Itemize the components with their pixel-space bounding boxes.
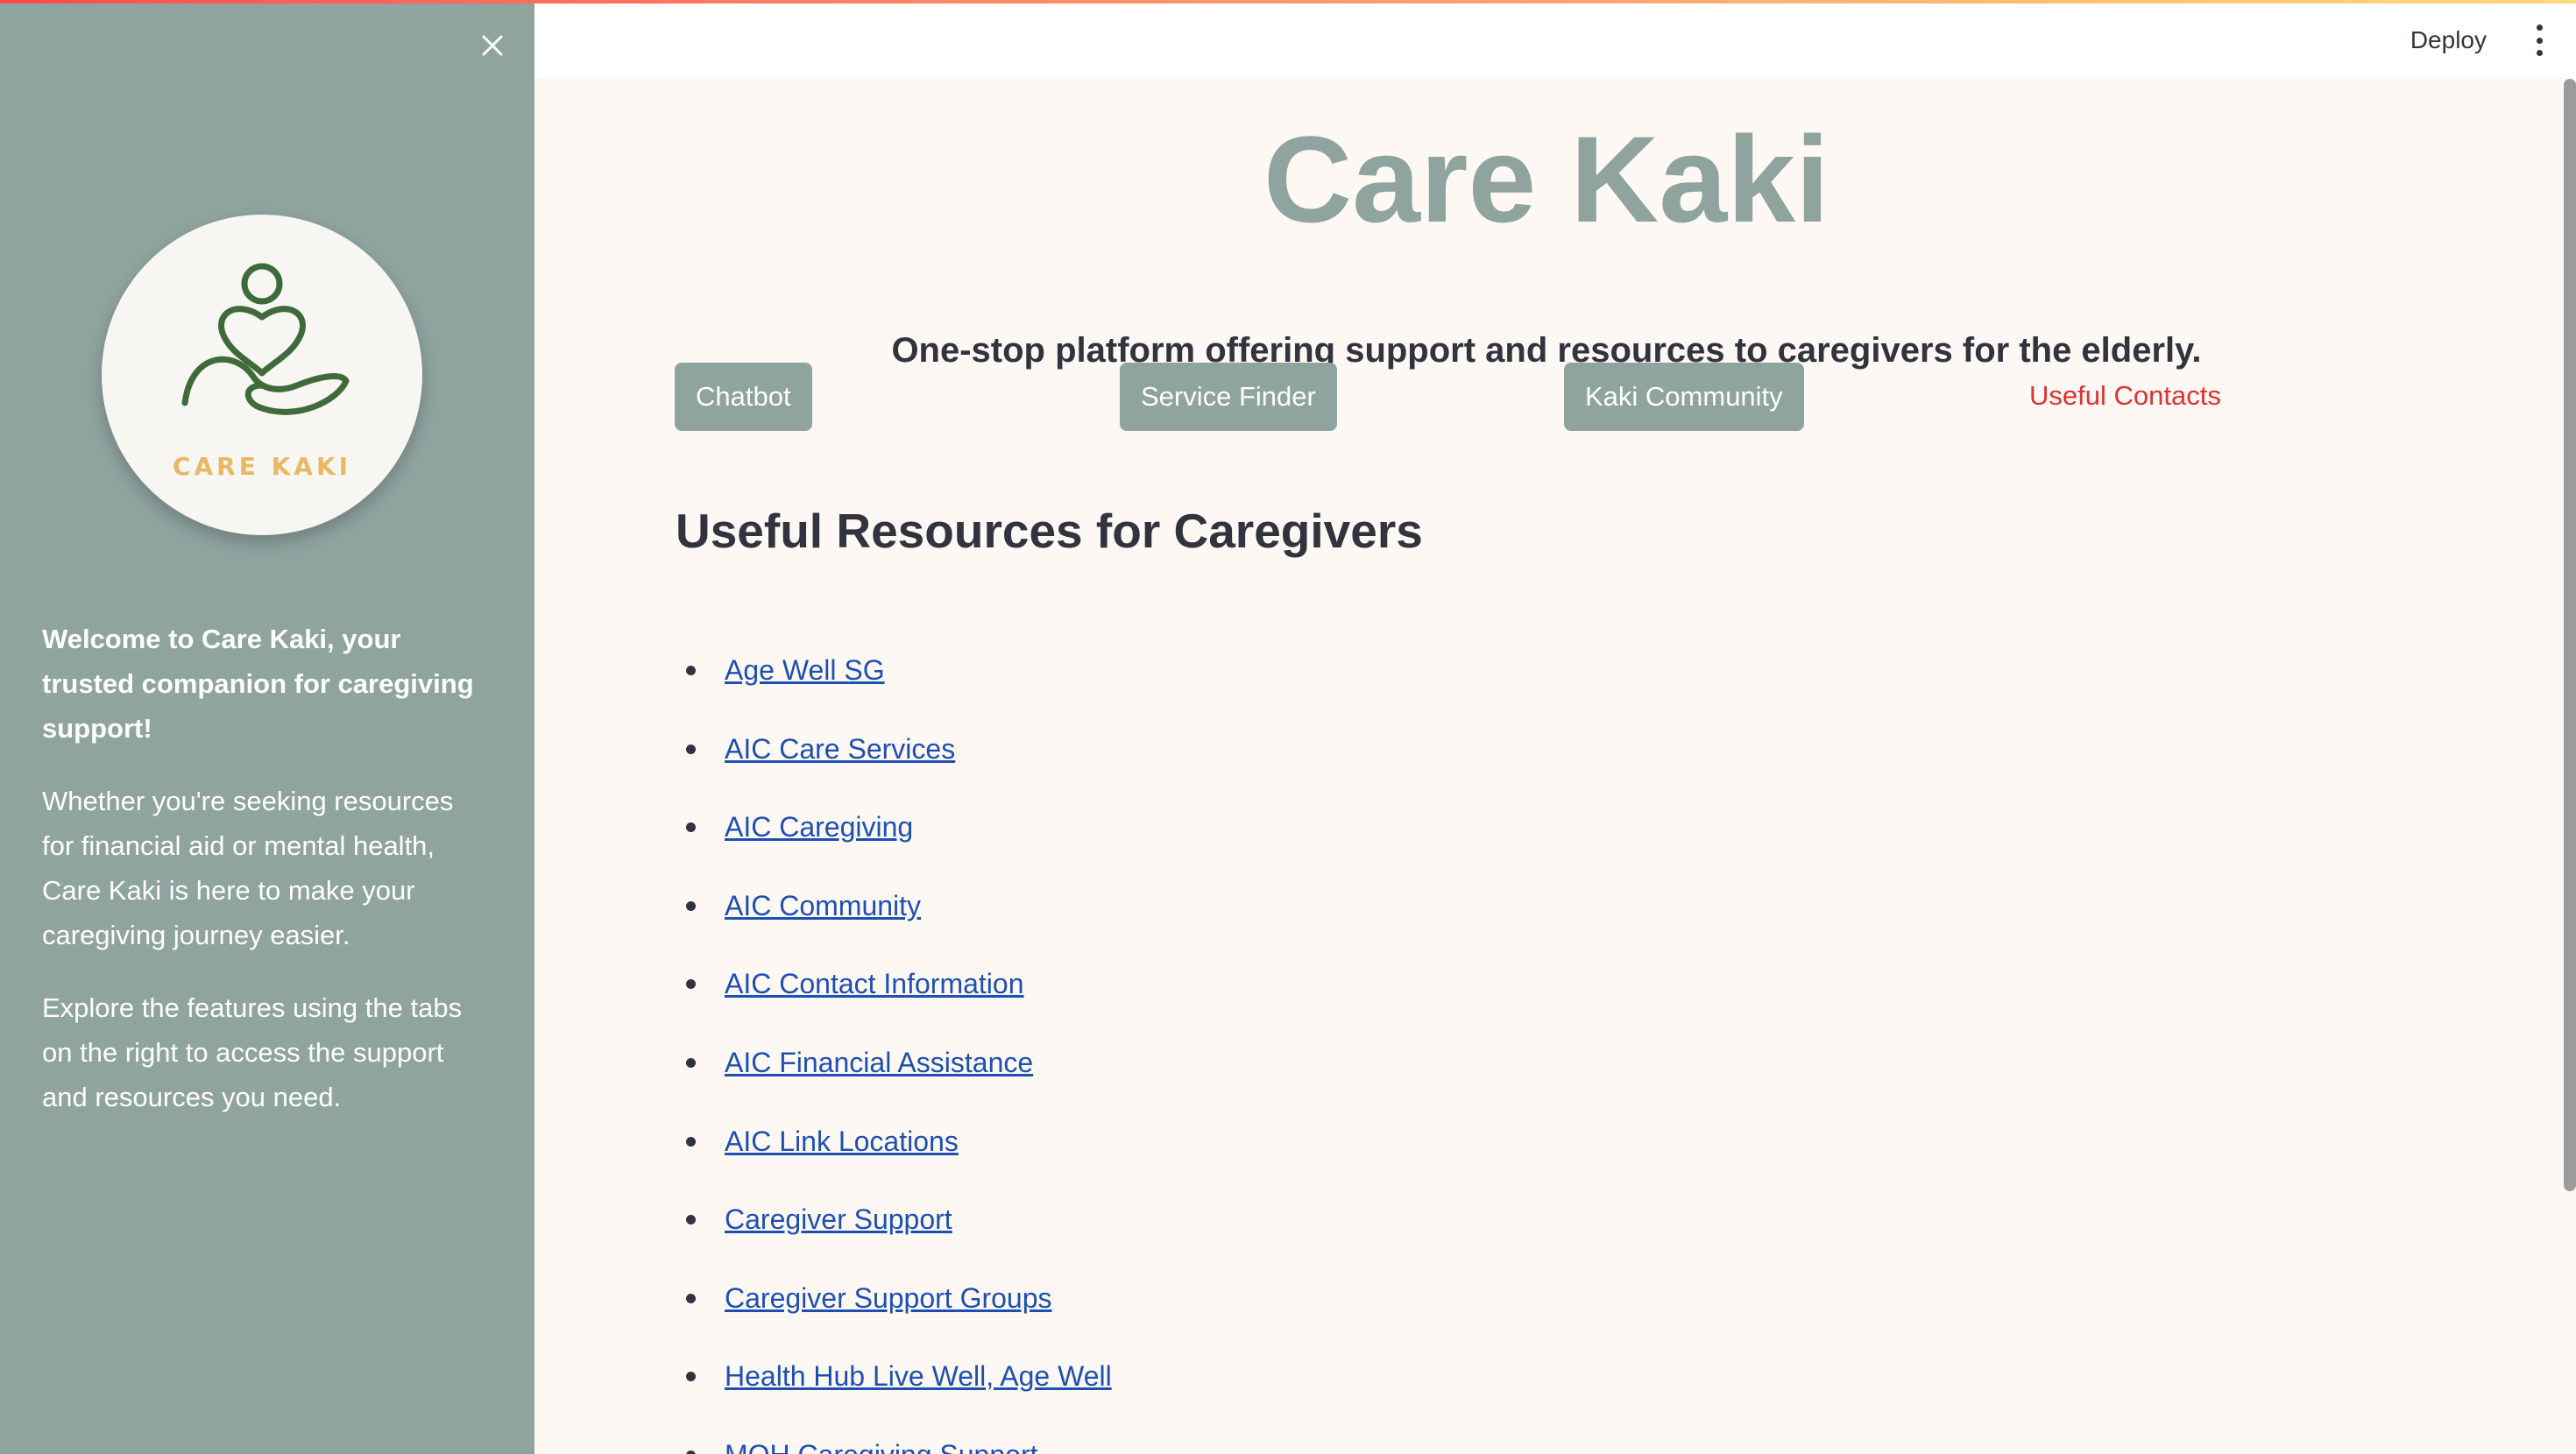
tab-kaki-community[interactable]: Kaki Community [1564,363,1804,431]
welcome-text: Welcome to Care Kaki, your trusted compa… [42,624,474,744]
sidebar: CARE KAKI Welcome to Care Kaki, your tru… [0,0,534,1454]
app-header: Deploy [534,0,2576,79]
section-title: Useful Resources for Caregivers [676,504,1423,558]
page-title: Care Kaki [1263,110,1829,248]
list-item: AIC Care Services [676,727,1112,806]
resource-link[interactable]: AIC Caregiving [725,811,913,843]
list-item: AIC Link Locations [676,1119,1112,1198]
list-item: AIC Caregiving [676,805,1112,884]
resource-list: Age Well SG AIC Care Services AIC Caregi… [676,648,1112,1454]
kebab-menu-icon [2536,25,2543,31]
logo: CARE KAKI [102,215,422,535]
list-item: Age Well SG [676,648,1112,727]
tab-chatbot[interactable]: Chatbot [675,363,812,431]
caregiver-hand-heart-icon [181,263,350,415]
top-decoration-bar [0,0,2576,4]
list-item: Caregiver Support Groups [676,1276,1112,1355]
list-item: AIC Contact Information [676,962,1112,1041]
page-subtitle: One-stop platform offering support and r… [891,331,2202,370]
kebab-menu-icon [2536,37,2543,44]
list-item: Health Hub Live Well, Age Well [676,1354,1112,1433]
kebab-menu-icon [2536,50,2543,56]
resource-link[interactable]: AIC Contact Information [725,968,1023,999]
resource-link[interactable]: Caregiver Support [725,1203,952,1235]
list-item: AIC Financial Assistance [676,1041,1112,1119]
main-content: Care Kaki One-stop platform offering sup… [534,79,2558,1454]
logo-text: CARE KAKI [172,451,352,481]
scrollbar[interactable] [2564,79,2576,1191]
resource-link[interactable]: Caregiver Support Groups [725,1282,1052,1314]
list-item: AIC Community [676,884,1112,963]
resource-link[interactable]: Age Well SG [725,654,885,686]
list-item: Caregiver Support [676,1197,1112,1276]
tab-useful-contacts[interactable]: Useful Contacts [2029,380,2221,412]
close-sidebar-button[interactable] [475,28,510,63]
tab-service-finder[interactable]: Service Finder [1120,363,1337,431]
resource-link[interactable]: AIC Financial Assistance [725,1047,1033,1078]
sidebar-intro: Welcome to Care Kaki, your trusted compa… [42,617,489,1147]
resource-link[interactable]: AIC Community [725,890,921,921]
list-item: MOH Caregiving Support [676,1433,1112,1454]
resource-link[interactable]: Health Hub Live Well, Age Well [725,1360,1112,1392]
intro-paragraph: Whether you're seeking resources for fin… [42,786,454,950]
resource-link[interactable]: MOH Caregiving Support [725,1439,1037,1454]
deploy-button[interactable]: Deploy [2403,23,2494,58]
resource-link[interactable]: AIC Link Locations [725,1126,959,1157]
close-icon [482,35,503,56]
main-menu-button[interactable] [2529,25,2550,56]
explore-paragraph: Explore the features using the tabs on t… [42,992,463,1112]
resource-link[interactable]: AIC Care Services [725,733,955,765]
